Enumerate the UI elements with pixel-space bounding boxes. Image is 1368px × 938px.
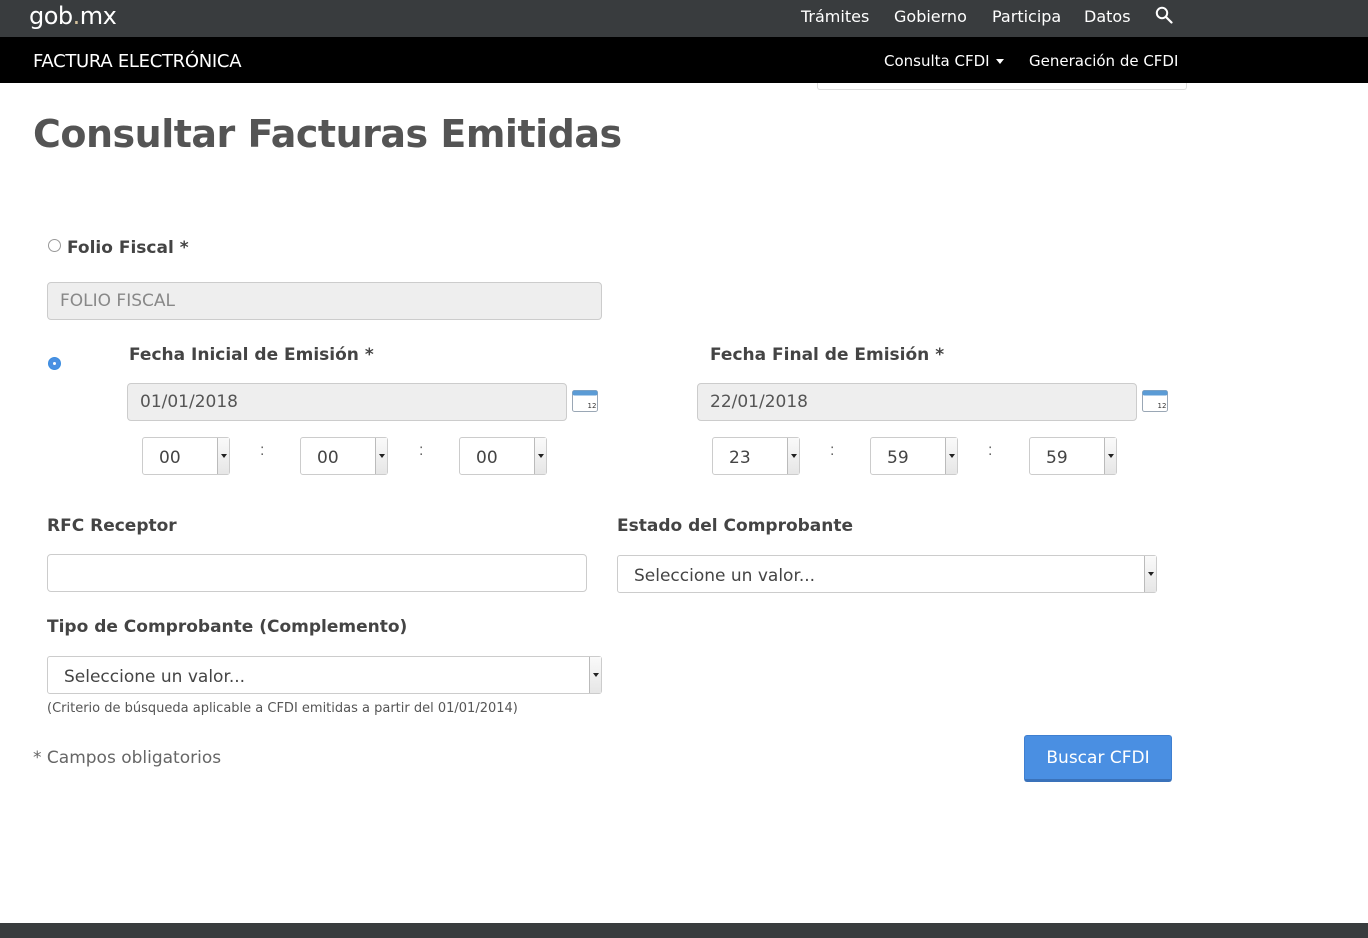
rfc-receptor-label: RFC Receptor [47,516,177,536]
menu-consulta-cfdi[interactable]: Consulta CFDI [884,52,1004,70]
factura-navbar: FACTURA ELECTRÓNICA Consulta CFDI Genera… [0,37,1368,83]
logo-text-mx: mx [79,2,117,30]
folio-fiscal-input[interactable]: FOLIO FISCAL [47,282,602,320]
nav-participa[interactable]: Participa [992,7,1061,26]
fecha-final-input[interactable]: 22/01/2018 [697,383,1137,421]
fecha-final-label: Fecha Final de Emisión * [710,345,945,365]
time-separator: : [830,442,835,459]
fecha-inicial-input[interactable]: 01/01/2018 [127,383,567,421]
page-title: Consultar Facturas Emitidas [33,112,622,156]
hora-final-hours[interactable]: 23 [712,437,800,475]
select-value: Seleccione un valor... [634,566,816,586]
menu-consulta-label: Consulta CFDI [884,52,990,70]
spin-value: 00 [476,448,498,468]
gobmx-topbar: gob.mx Trámites Gobierno Participa Datos [0,0,1368,37]
spin-value: 23 [729,448,751,468]
spin-arrow-icon[interactable] [1104,438,1116,474]
buscar-cfdi-button[interactable]: Buscar CFDI [1024,735,1172,782]
spin-value: 59 [1046,448,1068,468]
spin-arrow-icon[interactable] [534,438,546,474]
radio-fecha-emision[interactable] [48,357,61,370]
spin-arrow-icon[interactable] [217,438,229,474]
site-title[interactable]: FACTURA ELECTRÓNICA [33,51,242,72]
radio-folio-fiscal[interactable] [48,239,61,252]
rfc-receptor-input[interactable] [47,554,587,592]
search-icon[interactable] [1155,6,1173,24]
tipo-comprobante-label: Tipo de Comprobante (Complemento) [47,617,408,637]
estado-comprobante-select[interactable]: Seleccione un valor... [617,555,1157,593]
spin-arrow-icon[interactable] [375,438,387,474]
nav-datos[interactable]: Datos [1084,7,1131,26]
tipo-comprobante-hint: (Criterio de búsqueda aplicable a CFDI e… [47,701,518,716]
select-value: Seleccione un valor... [64,667,246,687]
required-fields-note: * Campos obligatorios [33,748,222,768]
hora-inicial-seconds[interactable]: 00 [459,437,547,475]
dropdown-edge [817,83,1187,90]
nav-gobierno[interactable]: Gobierno [894,7,967,26]
spin-arrow-icon[interactable] [945,438,957,474]
svg-text:12: 12 [588,402,597,410]
spin-value: 00 [317,448,339,468]
nav-tramites[interactable]: Trámites [801,7,869,26]
menu-generacion-cfdi[interactable]: Generación de CFDI [1029,52,1178,70]
calendar-icon[interactable]: 12 [1142,390,1168,412]
logo-dot: . [72,2,81,30]
time-separator: : [260,442,265,459]
hora-final-minutes[interactable]: 59 [870,437,958,475]
fecha-inicial-label: Fecha Inicial de Emisión * [129,345,374,365]
time-separator: : [988,442,993,459]
spin-value: 59 [887,448,909,468]
gobmx-logo[interactable]: gob.mx [29,2,117,30]
tipo-comprobante-select[interactable]: Seleccione un valor... [47,656,602,694]
svg-text:12: 12 [1158,402,1167,410]
page-footer [0,923,1368,938]
select-arrow-icon[interactable] [1144,556,1156,592]
hora-inicial-minutes[interactable]: 00 [300,437,388,475]
folio-fiscal-label: Folio Fiscal * [67,238,189,258]
time-separator: : [419,442,424,459]
hora-final-seconds[interactable]: 59 [1029,437,1117,475]
logo-text-gob: gob [29,2,73,30]
spin-value: 00 [159,448,181,468]
calendar-icon[interactable]: 12 [572,390,598,412]
hora-inicial-hours[interactable]: 00 [142,437,230,475]
select-arrow-icon[interactable] [589,657,601,693]
spin-arrow-icon[interactable] [787,438,799,474]
estado-comprobante-label: Estado del Comprobante [617,516,854,536]
caret-down-icon [995,59,1004,64]
